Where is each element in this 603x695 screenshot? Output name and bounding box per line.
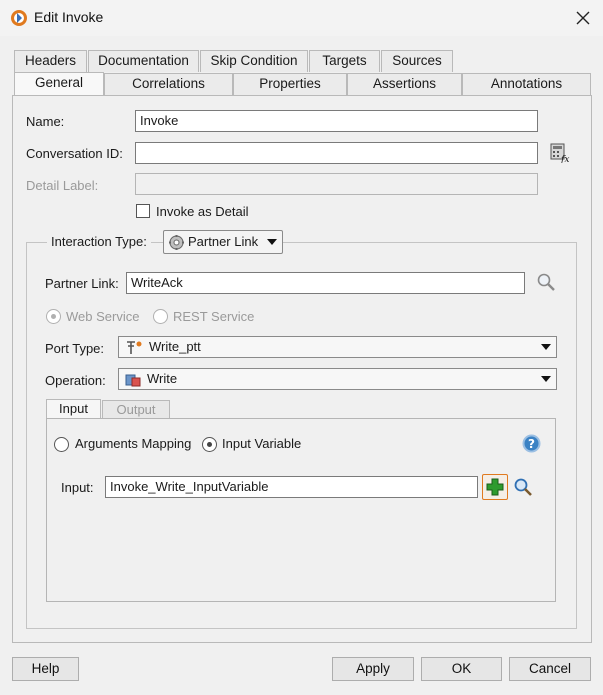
rest-service-label: REST Service	[173, 309, 255, 324]
svg-text:?: ?	[528, 437, 535, 451]
tab-headers[interactable]: Headers	[14, 50, 87, 72]
tab-correlations[interactable]: Correlations	[104, 73, 233, 95]
close-button[interactable]	[570, 6, 596, 30]
partner-link-field[interactable]: WriteAck	[126, 272, 525, 294]
partner-link-label: Partner Link:	[45, 276, 119, 291]
arguments-mapping-label: Arguments Mapping	[75, 436, 192, 451]
expression-builder-icon[interactable]: fx	[550, 143, 570, 163]
tab-properties[interactable]: Properties	[233, 73, 347, 95]
name-field[interactable]: Invoke	[135, 110, 538, 132]
invoke-as-detail-checkbox[interactable]	[136, 204, 150, 218]
invoke-as-detail-label: Invoke as Detail	[156, 204, 249, 219]
operation-value: Write	[147, 371, 178, 386]
interaction-type-dropdown[interactable]: Partner Link	[163, 230, 283, 254]
add-variable-button[interactable]	[482, 474, 508, 500]
chevron-down-icon	[541, 344, 551, 350]
conversation-id-field[interactable]	[135, 142, 538, 164]
close-icon	[576, 11, 590, 25]
partner-link-icon	[169, 235, 184, 250]
interaction-type-label: Interaction Type:	[51, 234, 147, 249]
window-title: Edit Invoke	[34, 9, 104, 25]
search-icon[interactable]	[513, 477, 533, 497]
svg-text:fx: fx	[560, 155, 569, 163]
apply-button[interactable]: Apply	[332, 657, 414, 681]
tab-input[interactable]: Input	[46, 399, 101, 419]
help-icon[interactable]: ?	[522, 434, 541, 453]
input-panel: Arguments Mapping Input Variable ? Input…	[46, 418, 556, 602]
general-panel: Name: Invoke Conversation ID: fx Detail …	[12, 95, 592, 643]
input-variable-label: Input Variable	[222, 436, 302, 451]
tab-assertions[interactable]: Assertions	[347, 73, 462, 95]
interaction-type-value: Partner Link	[188, 234, 259, 249]
tab-skip-condition[interactable]: Skip Condition	[200, 50, 308, 72]
operation-dropdown[interactable]: Write	[118, 368, 557, 390]
ok-button[interactable]: OK	[421, 657, 502, 681]
interaction-legend: Interaction Type:	[47, 230, 151, 254]
rest-service-radio	[153, 309, 168, 324]
chevron-down-icon	[267, 239, 277, 245]
tab-documentation[interactable]: Documentation	[88, 50, 199, 72]
search-icon[interactable]	[536, 272, 556, 292]
cancel-button[interactable]: Cancel	[509, 657, 591, 681]
name-label: Name:	[26, 114, 65, 129]
plus-icon	[486, 478, 504, 496]
oracle-bpel-icon	[11, 10, 27, 26]
tab-general[interactable]: General	[14, 72, 104, 96]
detail-label-field	[135, 173, 538, 195]
arguments-mapping-radio[interactable]	[54, 437, 69, 452]
help-button[interactable]: Help	[12, 657, 79, 681]
operation-icon	[125, 374, 141, 387]
web-service-radio	[46, 309, 61, 324]
input-label: Input:	[61, 480, 94, 495]
port-type-dropdown[interactable]: Write_ptt	[118, 336, 557, 358]
input-variable-field[interactable]: Invoke_Write_InputVariable	[105, 476, 478, 498]
chevron-down-icon	[541, 376, 551, 382]
port-type-value: Write_ptt	[149, 339, 201, 354]
port-type-label: Port Type:	[45, 341, 105, 356]
port-type-icon	[127, 341, 142, 354]
detail-label-label: Detail Label:	[26, 178, 99, 193]
tab-sources[interactable]: Sources	[381, 50, 453, 72]
title-bar: Edit Invoke	[0, 0, 603, 36]
tab-output: Output	[102, 400, 170, 419]
conversation-id-label: Conversation ID:	[26, 146, 123, 161]
operation-label: Operation:	[45, 373, 106, 388]
input-variable-radio[interactable]	[202, 437, 217, 452]
tab-targets[interactable]: Targets	[309, 50, 380, 72]
tab-annotations[interactable]: Annotations	[462, 73, 591, 95]
web-service-label: Web Service	[66, 309, 140, 324]
